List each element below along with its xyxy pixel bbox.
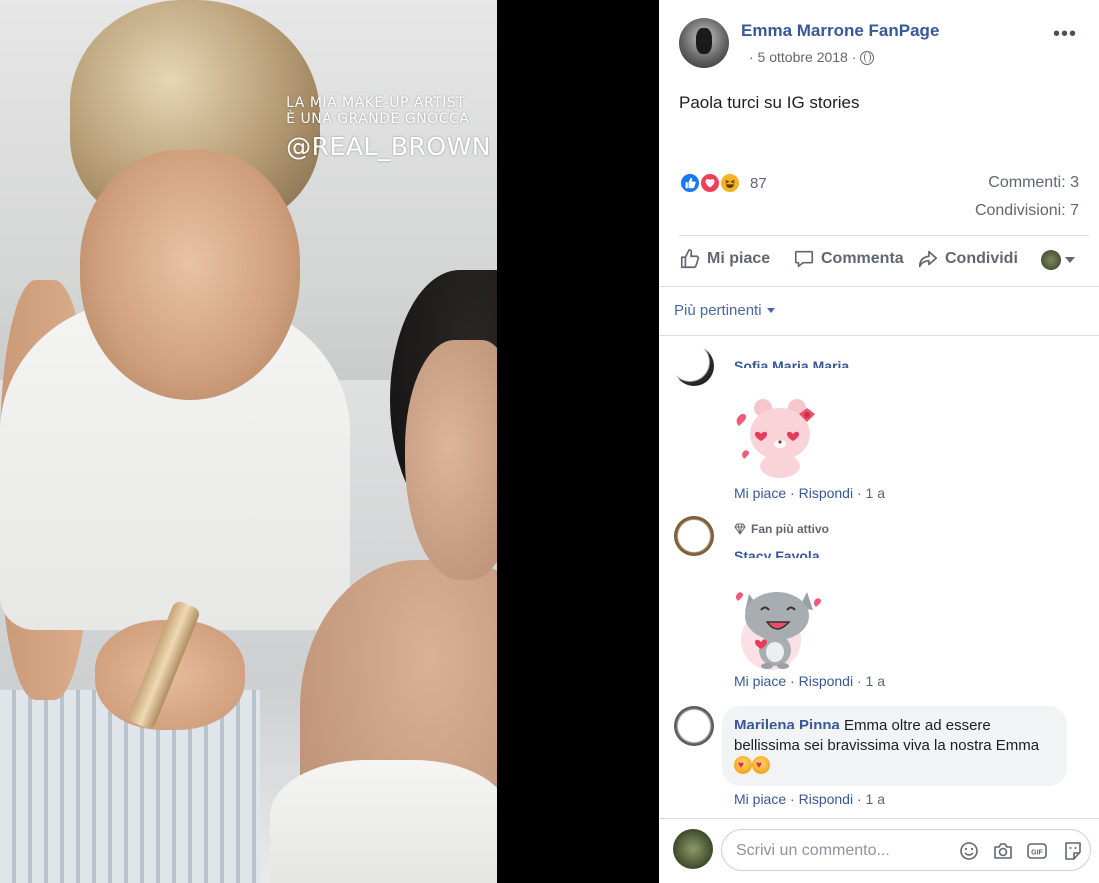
comments-count-link[interactable]: Commenti: 3 bbox=[988, 174, 1079, 192]
comment-like-link[interactable]: Mi piace bbox=[734, 791, 786, 807]
comment-bubble: Marilena Pinna Emma oltre ad essere bell… bbox=[722, 706, 1067, 786]
facebook-photo-viewer: LA MIA MAKE-UP ARTIST È UNA GRANDE GNOCC… bbox=[0, 0, 1099, 883]
comment-time[interactable]: 1 a bbox=[866, 791, 885, 807]
current-user-avatar[interactable] bbox=[673, 829, 713, 869]
comment-like-link[interactable]: Mi piace bbox=[734, 485, 786, 501]
like-button-label: Mi piace bbox=[707, 250, 771, 267]
grey-cat-sticker-icon bbox=[735, 592, 821, 670]
shares-count-link[interactable]: Condivisioni: 7 bbox=[975, 202, 1079, 220]
comment-actions: Mi piace · Rispondi · 1 a bbox=[734, 485, 885, 501]
caption-handle: @REAL_BROWN bbox=[286, 132, 491, 162]
comment-reply-link[interactable]: Rispondi bbox=[799, 485, 853, 501]
love-reaction-icon bbox=[699, 172, 721, 194]
photo-towel bbox=[270, 760, 497, 883]
page-name-link[interactable]: Emma Marrone FanPage bbox=[741, 21, 939, 41]
emoji-icon[interactable] bbox=[958, 840, 980, 862]
globe-icon[interactable] bbox=[860, 51, 874, 65]
gif-icon[interactable]: GIF bbox=[1026, 840, 1048, 862]
caption-line-2: È UNA GRANDE GNOCCA bbox=[286, 111, 470, 128]
separator: · bbox=[790, 791, 799, 807]
post-text: Paola turci su IG stories bbox=[679, 93, 860, 112]
commenter-name[interactable]: Sofia Maria Maria bbox=[734, 358, 849, 368]
like-reaction-icon bbox=[679, 172, 701, 194]
divider bbox=[659, 286, 1099, 287]
like-button[interactable]: Mi piace bbox=[679, 248, 770, 270]
pink-bear-sticker-icon bbox=[736, 399, 815, 478]
separator: · bbox=[856, 485, 866, 501]
top-fan-badge: Fan più attivo bbox=[734, 522, 829, 536]
divider bbox=[659, 335, 1099, 336]
commenter-avatar[interactable] bbox=[674, 346, 714, 386]
post-header: Emma Marrone FanPage · 5 ottobre 2018 · … bbox=[679, 18, 1089, 70]
comment-time[interactable]: 1 a bbox=[866, 673, 885, 689]
photo-face-left bbox=[80, 150, 300, 400]
reactions-count[interactable]: 87 bbox=[750, 175, 767, 192]
commenter-name[interactable]: Marilena Pinna bbox=[734, 716, 840, 729]
comment-button[interactable]: Commenta bbox=[793, 248, 904, 270]
comment-like-link[interactable]: Mi piace bbox=[734, 673, 786, 689]
share-arrow-icon bbox=[918, 250, 938, 268]
post-timestamp[interactable]: · 5 ottobre 2018 · bbox=[749, 49, 856, 65]
share-button-label: Condividi bbox=[945, 250, 1018, 267]
comment-sort-dropdown[interactable]: Più pertinenti bbox=[674, 302, 775, 319]
comment-actions: Mi piace · Rispondi · 1 a bbox=[734, 791, 885, 807]
react-as-selector[interactable] bbox=[1041, 250, 1075, 270]
separator: · bbox=[790, 673, 799, 689]
comment-time[interactable]: 1 a bbox=[866, 485, 885, 501]
commenter-name[interactable]: Stacy Favola bbox=[734, 548, 820, 558]
separator: · bbox=[856, 791, 866, 807]
share-button[interactable]: Condividi bbox=[917, 248, 1018, 270]
comment-reply-link[interactable]: Rispondi bbox=[799, 791, 853, 807]
separator: · bbox=[790, 485, 799, 501]
comment-sort-label: Più pertinenti bbox=[674, 302, 762, 319]
photo-stage[interactable]: LA MIA MAKE-UP ARTIST È UNA GRANDE GNOCC… bbox=[0, 0, 659, 883]
comment-input[interactable] bbox=[736, 840, 936, 862]
thumbs-up-icon bbox=[680, 249, 700, 269]
camera-icon[interactable] bbox=[992, 840, 1014, 862]
divider bbox=[659, 818, 1099, 819]
commenter-avatar[interactable] bbox=[674, 706, 714, 746]
diamond-icon bbox=[734, 523, 746, 535]
photo-story-caption: LA MIA MAKE-UP ARTIST È UNA GRANDE GNOCC… bbox=[286, 95, 491, 162]
comment-button-label: Commenta bbox=[821, 250, 904, 267]
commenter-avatar[interactable] bbox=[674, 516, 714, 556]
heart-face-emoji-icon bbox=[752, 756, 770, 776]
reactions-summary[interactable]: 87 Commenti: 3 Condivisioni: 7 bbox=[679, 172, 1089, 219]
comment-reply-link[interactable]: Rispondi bbox=[799, 673, 853, 689]
svg-text:GIF: GIF bbox=[1031, 850, 1043, 857]
caption-line-1: LA MIA MAKE-UP ARTIST bbox=[286, 95, 466, 111]
post-photo[interactable]: LA MIA MAKE-UP ARTIST È UNA GRANDE GNOCC… bbox=[0, 0, 497, 883]
separator: · bbox=[856, 673, 866, 689]
ellipsis-icon[interactable]: ••• bbox=[1053, 24, 1077, 44]
current-user-avatar bbox=[1041, 250, 1061, 270]
chevron-down-icon bbox=[766, 308, 775, 313]
haha-reaction-icon bbox=[719, 172, 741, 194]
chevron-down-icon bbox=[1065, 257, 1075, 263]
sticker-icon[interactable] bbox=[1062, 840, 1084, 862]
comment-actions: Mi piace · Rispondi · 1 a bbox=[734, 673, 885, 689]
page-avatar[interactable] bbox=[679, 18, 729, 68]
top-fan-label: Fan più attivo bbox=[751, 522, 829, 536]
post-side-panel: Emma Marrone FanPage · 5 ottobre 2018 · … bbox=[659, 0, 1099, 883]
post-action-bar: Mi piace Commenta Condividi bbox=[679, 235, 1089, 287]
comment-bubble-icon bbox=[794, 250, 814, 268]
comment-composer[interactable]: GIF bbox=[721, 829, 1091, 871]
heart-face-emoji-icon bbox=[734, 756, 752, 776]
